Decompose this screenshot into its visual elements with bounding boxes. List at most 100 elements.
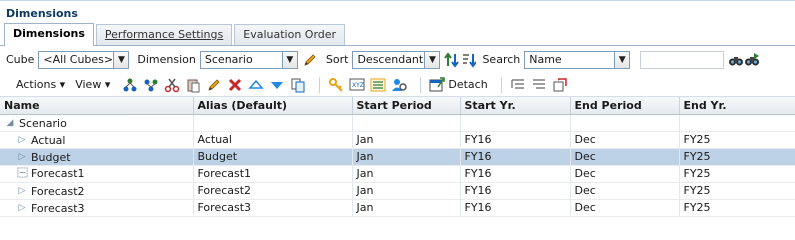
binoculars-search-icon[interactable] [728,52,744,68]
move-down-icon[interactable] [269,77,285,93]
start-period-cell: Jan [352,148,461,166]
column-header-start-period[interactable]: Start Period [352,97,461,115]
column-header-end-yr[interactable]: End Yr. [679,97,795,115]
member-name: Forecast1 [31,167,85,180]
expand-triangle-icon[interactable]: ▷ [16,186,28,196]
tab-performance-settings[interactable]: Performance Settings [95,24,233,45]
collapse-all-icon[interactable] [531,77,547,93]
start-yr-cell [460,114,571,132]
column-header-end-period[interactable]: End Period [570,97,680,115]
chevron-down-icon: ▼ [281,51,297,68]
key-icon[interactable] [328,77,344,93]
column-header-alias[interactable]: Alias (Default) [193,97,353,115]
shared-member-icon [16,166,28,181]
member-name: Budget [31,150,71,164]
search-field-select[interactable]: Name ▼ [524,50,631,69]
member-name: Actual [31,133,66,147]
alias-cell: Forecast2 [193,182,353,200]
start-yr-cell: FY16 [460,165,571,183]
binoculars-search-next-icon[interactable] [744,52,760,68]
tab-evaluation-order-label: Evaluation Order [243,28,337,41]
tab-dimensions-label: Dimensions [13,27,85,40]
tab-evaluation-order[interactable]: Evaluation Order [234,24,346,45]
start-period-cell: Jan [352,182,461,200]
chevron-down-icon: ▼ [113,51,129,68]
filter-bar: Cube <All Cubes> ▼ Dimension Scenario ▼ … [0,46,795,73]
end-yr-cell: FY25 [679,148,795,166]
end-period-cell [570,114,680,132]
header-row: Name Alias (Default) Start Period Start … [0,97,795,115]
end-yr-cell: FY25 [679,199,795,217]
table-row[interactable]: ▷ Actual Actual Jan FY16 Dec FY25 [0,131,795,149]
start-yr-cell: FY16 [460,182,571,200]
end-yr-cell: FY25 [679,182,795,200]
actions-menu[interactable]: Actions ▾ [16,78,65,91]
name-cell: ◢ Scenario [0,114,194,132]
toolbar-separator [319,76,321,93]
sort-descending-icon[interactable] [460,52,477,68]
delete-icon[interactable] [227,77,243,93]
sort-select[interactable]: Descendants ▼ [352,50,441,69]
edit-pencil-icon[interactable] [302,52,318,68]
add-sibling-member-icon[interactable] [143,77,159,93]
start-period-cell: Jan [352,165,461,183]
cube-select[interactable]: <All Cubes> ▼ [38,50,130,69]
refresh-icon[interactable] [552,77,568,93]
expand-triangle-icon[interactable]: ▷ [16,203,28,213]
smart-list-icon[interactable] [370,77,386,93]
column-header-name[interactable]: Name [0,97,194,115]
collapse-triangle-icon[interactable]: ◢ [4,118,16,128]
cut-icon[interactable] [164,77,180,93]
formula-icon[interactable]: XYZ [349,77,365,93]
tab-strip: Dimensions Performance Settings Evaluati… [0,23,795,46]
table-row-selected[interactable]: ▷ Budget Budget Jan FY16 Dec FY25 [0,148,795,166]
search-input[interactable] [640,50,725,69]
sort-label: Sort [325,53,349,66]
table-row[interactable]: ▷ Forecast3 Forecast3 Jan FY16 Dec FY25 [0,199,795,217]
toolbar-separator [420,76,422,93]
sort-select-value: Descendants [357,53,429,66]
view-menu[interactable]: View ▾ [75,78,110,91]
name-cell: ▷ Forecast2 [0,182,194,200]
add-child-member-icon[interactable] [122,77,138,93]
end-period-cell: Dec [570,165,680,183]
expand-all-icon[interactable] [510,77,526,93]
panel-title: Dimensions [6,7,78,20]
member-properties-icon[interactable] [391,77,408,93]
table-row[interactable]: Forecast1 Forecast1 Jan FY16 Dec FY25 [0,165,795,183]
move-up-icon[interactable] [248,77,264,93]
start-yr-cell: FY16 [460,131,571,149]
end-yr-cell: FY25 [679,131,795,149]
start-period-cell: Jan [352,131,461,149]
start-yr-cell: FY16 [460,199,571,217]
alias-cell [193,114,353,132]
dimension-select-value: Scenario [204,53,253,66]
dimension-select[interactable]: Scenario ▼ [199,50,298,69]
expand-triangle-icon[interactable]: ▷ [16,152,28,162]
toolbar-separator [500,76,502,93]
name-cell: Forecast1 [0,165,194,183]
start-period-cell: Jan [352,199,461,217]
sort-ascending-icon[interactable] [444,51,460,68]
end-yr-cell [679,114,795,132]
copy-icon[interactable] [290,77,306,93]
actions-menu-label: Actions [16,78,57,91]
member-name: Forecast3 [31,201,85,215]
dimension-label: Dimension [137,53,196,66]
chevron-down-icon: ▼ [614,51,630,68]
end-period-cell: Dec [570,182,680,200]
search-label: Search [482,53,521,66]
alias-cell: Forecast3 [193,199,353,217]
detach-icon [429,76,446,93]
dimension-members-grid: Name Alias (Default) Start Period Start … [0,97,795,217]
name-cell: ▷ Budget [0,148,194,166]
column-header-start-yr[interactable]: Start Yr. [460,97,571,115]
detach-button[interactable]: Detach [429,76,488,93]
expand-triangle-icon[interactable]: ▷ [16,135,28,145]
toolbar: Actions ▾ View ▾ XYZ Detach [0,73,795,97]
tab-dimensions[interactable]: Dimensions [4,23,94,46]
edit-pencil-icon[interactable] [206,77,222,93]
table-row-scenario[interactable]: ◢ Scenario [0,114,795,132]
paste-icon[interactable] [185,77,201,93]
table-row[interactable]: ▷ Forecast2 Forecast2 Jan FY16 Dec FY25 [0,182,795,200]
